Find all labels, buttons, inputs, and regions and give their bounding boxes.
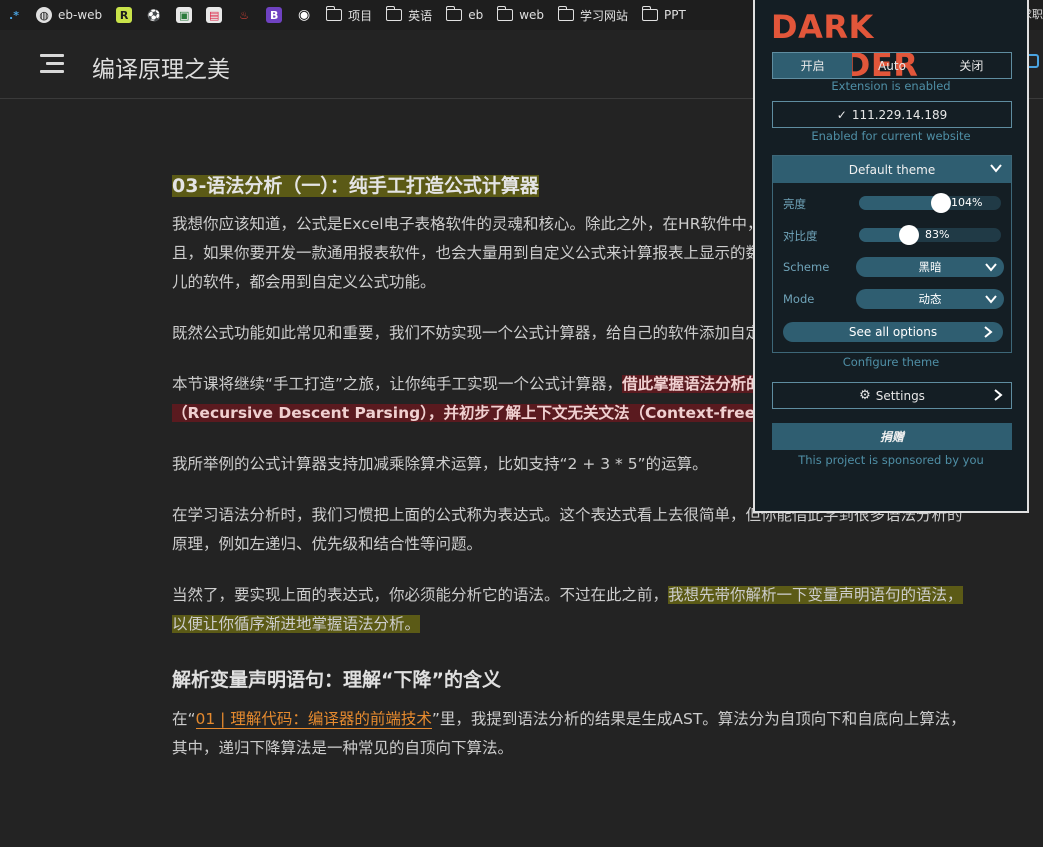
bookmark-bootstrap[interactable]: B: [266, 0, 283, 30]
folder-icon: [557, 6, 575, 21]
folder-icon: [445, 6, 463, 21]
section-heading: 解析变量声明语句：理解“下降”的含义: [172, 669, 501, 691]
page-title: 编译原理之美: [92, 57, 230, 83]
menu-icon[interactable]: [40, 54, 64, 74]
chevron-down-icon: [985, 295, 997, 304]
bookmark-folder-study[interactable]: 学习网站: [557, 0, 629, 30]
slider-thumb[interactable]: [898, 225, 919, 245]
bookmark-github[interactable]: ◉: [296, 0, 312, 30]
slider-fill: [859, 196, 942, 210]
bookmark-regex[interactable]: .*: [6, 0, 22, 30]
bookmark-rstudio[interactable]: R: [116, 0, 133, 30]
configure-theme-link[interactable]: Configure theme: [753, 355, 1029, 369]
regex-icon: .*: [9, 8, 19, 22]
bookmark-fire[interactable]: ♨: [236, 0, 252, 30]
extension-toggle: 开启 Auto 关闭: [772, 52, 1012, 79]
bookmark-doc[interactable]: ▣: [176, 0, 193, 30]
settings-label: Settings: [875, 388, 925, 403]
folder-icon: [385, 6, 403, 21]
brightness-value: 104%: [951, 196, 983, 209]
folder-icon: [325, 6, 343, 21]
bookmark-label: eb: [468, 8, 484, 22]
scheme-select[interactable]: 黑暗: [856, 257, 1004, 277]
bookmark-folder-projects[interactable]: 项目: [325, 0, 373, 30]
scheme-value: 黑暗: [918, 260, 942, 274]
globe-icon: ◍: [36, 7, 52, 23]
toggle-auto[interactable]: Auto: [852, 53, 931, 78]
bookmark-folder-english[interactable]: 英语: [385, 0, 433, 30]
bookmark-folder-web[interactable]: web: [496, 0, 545, 30]
rstudio-icon: R: [116, 7, 133, 23]
paragraph: 在“01 | 理解代码：编译器的前端技术”里，我提到语法分析的结果是生成AST。…: [172, 705, 972, 763]
bookmark-label: eb-web: [58, 8, 103, 22]
contrast-value: 83%: [925, 228, 950, 241]
bookmark-soccer[interactable]: ⚽: [146, 0, 162, 30]
site-toggle-button[interactable]: ✓ 111.229.14.189: [772, 101, 1012, 128]
site-address: 111.229.14.189: [851, 107, 948, 122]
check-icon: ✓: [836, 107, 847, 122]
bootstrap-icon: B: [266, 7, 283, 23]
paragraph-text: 本节课将继续“手工打造”之旅，让你纯手工实现一个公式计算器，: [172, 375, 623, 393]
bookmark-eb-web[interactable]: ◍ eb-web: [36, 0, 102, 30]
brightness-slider[interactable]: 104%: [859, 193, 1001, 213]
mode-value: 动态: [918, 292, 942, 306]
chevron-down-icon: [985, 263, 997, 272]
donate-button[interactable]: 捐赠: [772, 423, 1012, 450]
soccer-icon: ⚽: [147, 8, 161, 22]
site-status: Enabled for current website: [811, 129, 971, 143]
paragraph-text: 在“: [172, 710, 196, 728]
toggle-on[interactable]: 开启: [773, 53, 853, 78]
doc-icon: ▣: [176, 7, 193, 23]
folder-icon: [496, 6, 514, 21]
see-all-options-button[interactable]: See all options: [783, 322, 1003, 342]
settings-button[interactable]: ⚙ Settings: [772, 382, 1012, 409]
contrast-label: 对比度: [783, 229, 818, 243]
bookmark-label: PPT: [664, 8, 686, 22]
mode-select[interactable]: 动态: [856, 289, 1004, 309]
chevron-down-icon: [990, 164, 1002, 173]
fire-icon: ♨: [239, 8, 250, 22]
scheme-label: Scheme: [783, 260, 830, 274]
bookmark-label: 英语: [408, 8, 433, 23]
brightness-label: 亮度: [783, 197, 806, 211]
sponsor-text: This project is sponsored by you: [798, 453, 984, 467]
chevron-right-icon: [984, 326, 993, 338]
toggle-off[interactable]: 关闭: [932, 53, 1011, 78]
bookmark-label: 项目: [348, 8, 373, 23]
slider-thumb[interactable]: [931, 193, 952, 213]
chevron-right-icon: [994, 389, 1003, 401]
chart-icon: ▤: [206, 7, 223, 23]
dark-reader-popup: DARK READER 开启 Auto 关闭 Extension is enab…: [753, 0, 1029, 513]
bookmark-label: 学习网站: [580, 8, 629, 23]
contrast-slider[interactable]: 83%: [859, 225, 1001, 245]
bookmark-folder-eb[interactable]: eb: [445, 0, 484, 30]
chapter-link[interactable]: 01 | 理解代码：编译器的前端技术: [195, 710, 432, 729]
paragraph-text: 当然了，要实现上面的表达式，你必须能分析它的语法。不过在此之前，: [172, 586, 669, 604]
theme-dropdown[interactable]: Default theme: [773, 156, 1011, 183]
extension-status: Extension is enabled: [831, 79, 951, 93]
theme-panel: Default theme 亮度 104% 对比度 83% Scheme 黑暗 …: [772, 155, 1012, 353]
paragraph: 当然了，要实现上面的表达式，你必须能分析它的语法。不过在此之前，我想先带你解析一…: [172, 581, 972, 639]
mode-label: Mode: [783, 292, 815, 306]
theme-name: Default theme: [848, 162, 936, 177]
github-icon: ◉: [298, 7, 311, 23]
bookmark-chart[interactable]: ▤: [206, 0, 223, 30]
gear-icon: ⚙: [859, 388, 871, 403]
bookmark-folder-ppt[interactable]: PPT: [641, 0, 686, 30]
article-heading: 03-语法分析（一）：纯手工打造公式计算器: [172, 175, 539, 197]
bookmark-label: web: [519, 8, 545, 22]
folder-icon: [641, 6, 659, 21]
see-all-label: See all options: [848, 325, 938, 339]
